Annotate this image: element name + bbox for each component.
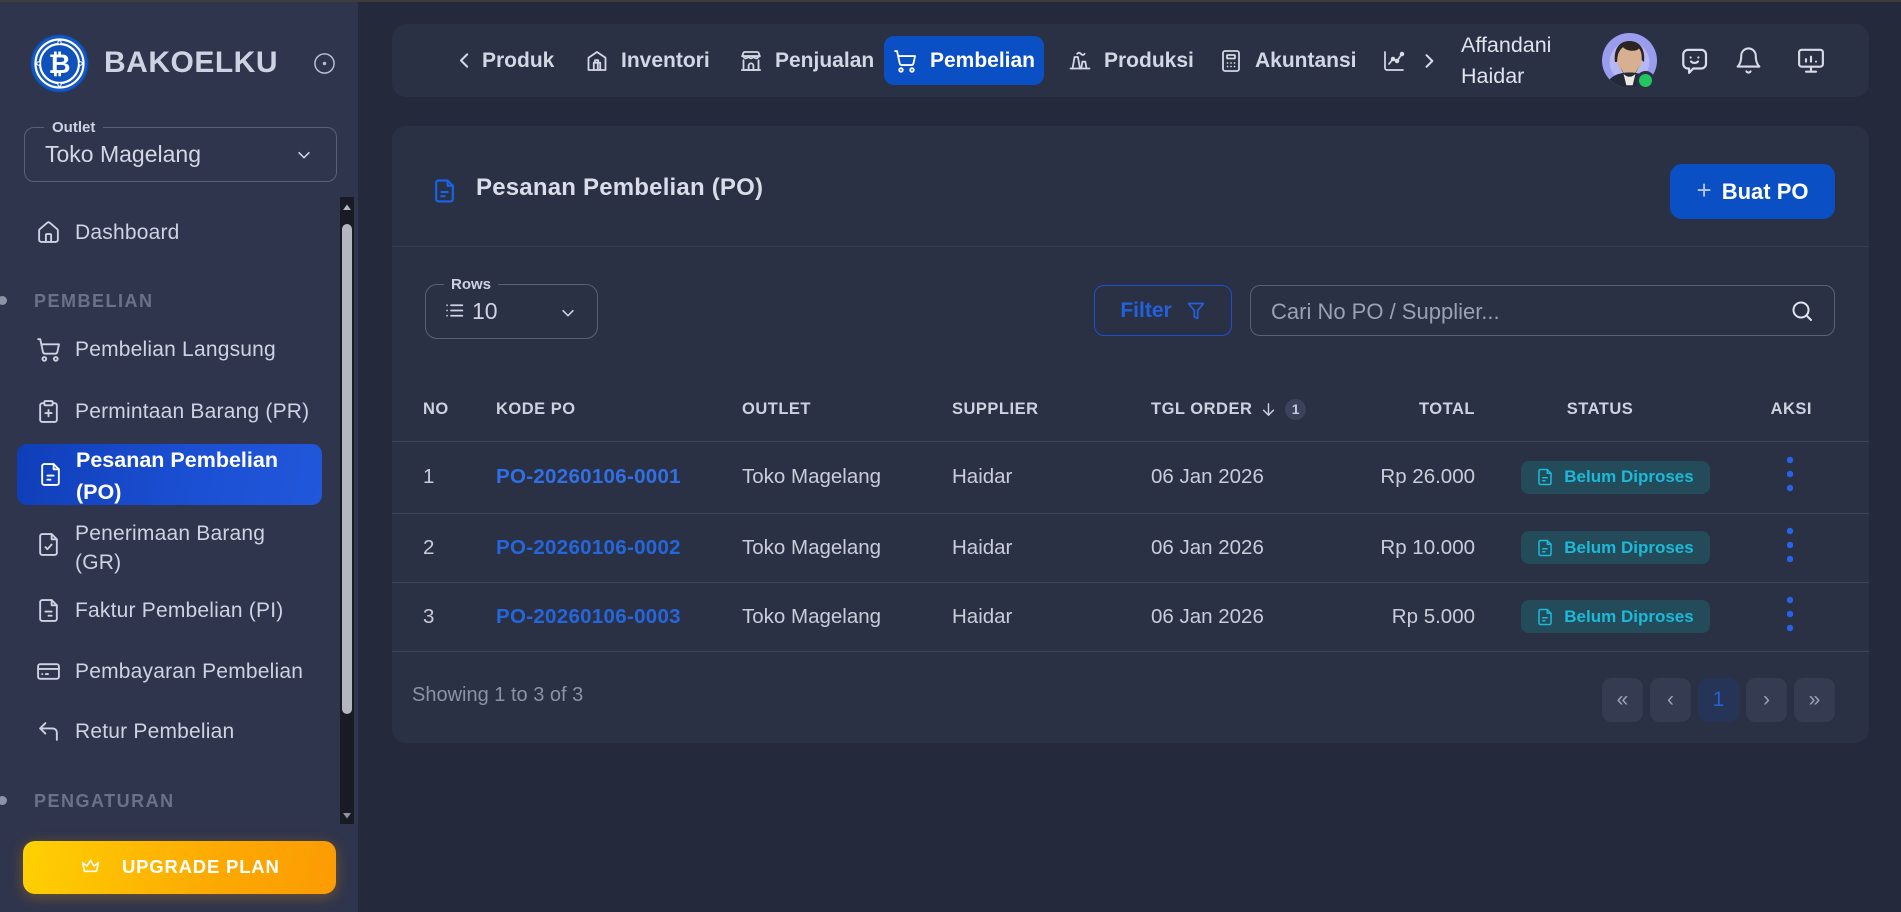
svg-text:₿: ₿ [48,49,70,79]
